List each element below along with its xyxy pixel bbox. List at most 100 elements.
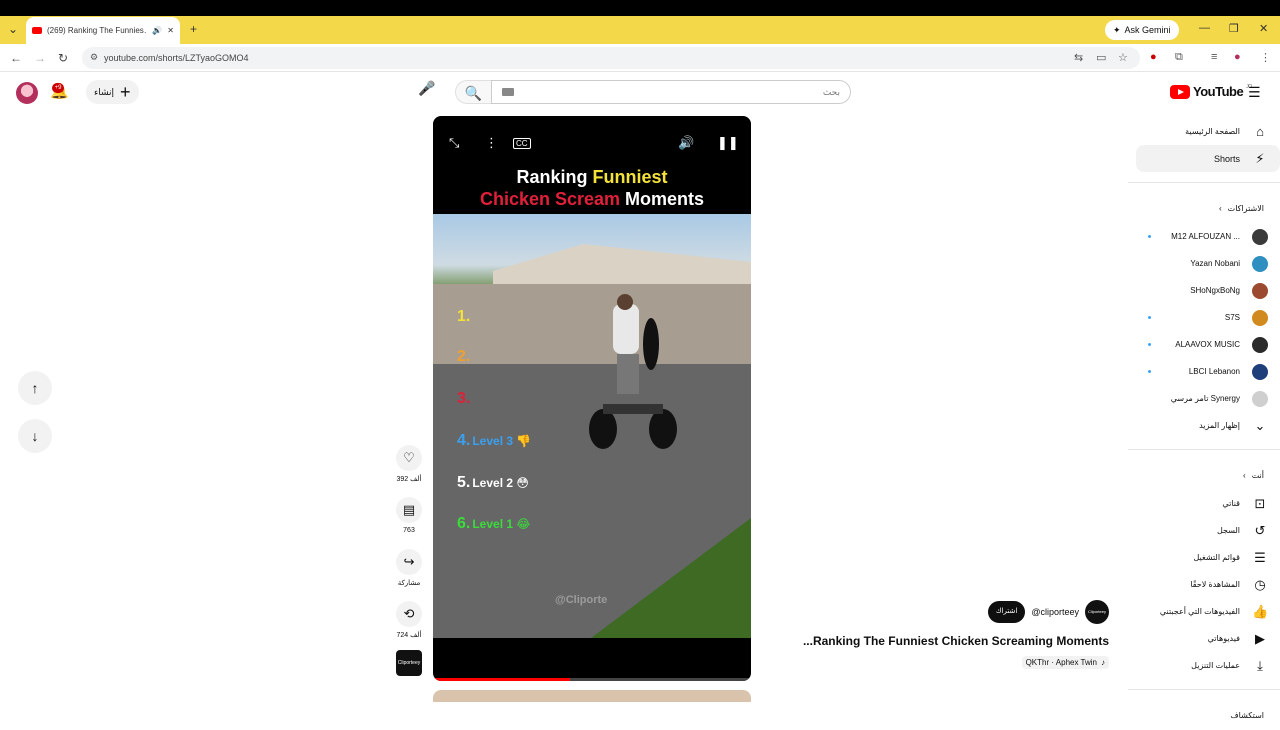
- sidebar-channel-label: ALAAVOX MUSIC: [1175, 340, 1240, 349]
- channel-thumbnail[interactable]: Cliporteey: [396, 650, 422, 676]
- sidebar-item-playlists[interactable]: قوائم التشغيل ☰: [1128, 544, 1280, 571]
- sidebar-channel-item[interactable]: LBCI Lebanon: [1128, 358, 1280, 385]
- browser-tab[interactable]: (269) Ranking The Funnies… 🔊 ✕: [26, 17, 180, 44]
- song-chip[interactable]: QKThr · Aphex Twin ♪: [1021, 656, 1109, 669]
- sidebar-channel-item[interactable]: Yazan Nobani: [1128, 250, 1280, 277]
- tab-close-icon[interactable]: ✕: [167, 26, 174, 35]
- new-content-dot: [1148, 343, 1151, 346]
- sidebar-item-shorts[interactable]: Shorts ⚡: [1136, 145, 1280, 172]
- fullscreen-icon[interactable]: ⤡: [449, 135, 459, 151]
- tab-list-icon[interactable]: ⌄: [8, 22, 18, 36]
- subscriptions-heading[interactable]: ‹ الاشتراكات: [1128, 193, 1280, 223]
- ranking-entry: 6. Level 1 😂: [457, 515, 530, 533]
- shorts-player[interactable]: ⤡ ⋮ CC 🔊 ❚❚ Ranking Funniest Chicken Scr…: [433, 116, 751, 681]
- site-info-icon[interactable]: ⚙: [90, 52, 98, 63]
- next-short-preview[interactable]: [433, 690, 751, 702]
- sidebar-channel-item[interactable]: M12 ALFOUZAN ...: [1128, 223, 1280, 250]
- previous-short-button[interactable]: ↑: [18, 371, 52, 405]
- new-content-dot: [1148, 235, 1151, 238]
- search-input[interactable]: بحث: [491, 80, 851, 104]
- back-icon[interactable]: ←: [10, 51, 22, 65]
- sidebar-item-downloads[interactable]: عمليات التنزيل ⤓: [1128, 652, 1280, 679]
- speaker-icon[interactable]: 🔊: [152, 26, 162, 35]
- like-heart-icon[interactable]: ♡: [396, 445, 422, 471]
- sidebar-channel-item[interactable]: تامر مرسي Synergy: [1128, 385, 1280, 412]
- sidebar-item-history[interactable]: السجل ↺: [1128, 517, 1280, 544]
- remix-action[interactable]: ⟲ 724 ألف: [396, 601, 422, 639]
- create-button[interactable]: إنشاء +: [86, 80, 139, 104]
- share-icon[interactable]: ↪: [396, 549, 422, 575]
- media-controls-icon[interactable]: ≡: [1211, 51, 1217, 63]
- volume-icon[interactable]: 🔊: [678, 135, 694, 151]
- arrow-up-icon: ↑: [31, 380, 39, 396]
- account-avatar[interactable]: [16, 82, 38, 104]
- remix-icon[interactable]: ⟲: [396, 601, 422, 627]
- extension-badge-icon[interactable]: ●: [1150, 51, 1157, 63]
- sidebar-channel-item[interactable]: S7S: [1128, 304, 1280, 331]
- overlay-title-part: Funniest: [592, 167, 668, 187]
- channel-avatar[interactable]: Cliporteey: [1085, 600, 1109, 624]
- more-options-icon[interactable]: ⋮: [485, 135, 498, 151]
- download-icon: ⤓: [1257, 657, 1263, 673]
- playback-progress-bar[interactable]: [433, 678, 751, 681]
- short-title[interactable]: ...Ranking The Funniest Chicken Screamin…: [803, 634, 1109, 648]
- new-content-dot: [1148, 370, 1151, 373]
- sidebar-item-watch-later[interactable]: المشاهدة لاحقًا ◷: [1128, 571, 1280, 598]
- sidebar-item-label: الصفحة الرئيسية: [1185, 127, 1240, 136]
- sidebar-item-your-channel[interactable]: قناتي ⊡: [1128, 490, 1280, 517]
- overlay-title-part: Ranking: [516, 167, 593, 187]
- reload-icon[interactable]: ↻: [58, 51, 68, 65]
- comment-icon[interactable]: ▤: [396, 497, 422, 523]
- forward-icon[interactable]: →: [34, 51, 46, 65]
- show-more-button[interactable]: إظهار المزيد ⌄: [1128, 412, 1280, 439]
- voice-search-mic-icon[interactable]: 🎤: [418, 80, 440, 104]
- ask-gemini-button[interactable]: ✦ Ask Gemini: [1105, 20, 1179, 40]
- share-action[interactable]: ↪ مشاركة: [396, 549, 422, 587]
- omnibox[interactable]: ⚙ youtube.com/shorts/LZTyaoGOMO4: [82, 47, 1140, 69]
- like-action[interactable]: ♡ 392 ألف: [396, 445, 422, 483]
- guide-menu-icon[interactable]: ☰: [1248, 84, 1261, 101]
- captions-cc-icon[interactable]: CC: [513, 138, 531, 149]
- restore-icon[interactable]: ❐: [1229, 22, 1239, 35]
- song-label: QKThr · Aphex Twin: [1025, 658, 1097, 667]
- youtube-logo[interactable]: YouTube JO: [1170, 84, 1252, 99]
- window-close-icon[interactable]: ✕: [1259, 22, 1268, 35]
- sidebar-item-label: قوائم التشغيل: [1193, 553, 1241, 562]
- comments-action[interactable]: ▤ 763: [396, 497, 422, 534]
- shorts-icon: ⚡: [1255, 150, 1265, 166]
- subscribe-button[interactable]: اشتراك: [987, 601, 1026, 623]
- ranking-entry: 1.: [457, 308, 472, 326]
- sidebar-channel-item[interactable]: SHoNgxBoNg: [1128, 277, 1280, 304]
- sidebar-item-label: Shorts: [1213, 153, 1240, 164]
- ranking-entry: 2.: [457, 348, 472, 366]
- translate-icon[interactable]: ⇆: [1074, 51, 1083, 64]
- playlists-icon: ☰: [1254, 549, 1266, 565]
- browser-menu-icon[interactable]: ⋮: [1260, 51, 1271, 64]
- ranking-entry: 4. Level 3 👎: [457, 432, 531, 450]
- search-button[interactable]: 🔍: [455, 80, 491, 104]
- your-videos-icon: ▶: [1255, 630, 1265, 646]
- minimize-icon[interactable]: —: [1199, 22, 1210, 34]
- sidebar-item-home[interactable]: الصفحة الرئيسية ⌂: [1128, 118, 1280, 145]
- you-heading[interactable]: ‹ أنت: [1128, 460, 1280, 490]
- sidebar-item-liked-videos[interactable]: الفيديوهات التي أعجبتني 👍: [1128, 598, 1280, 625]
- keyboard-icon[interactable]: [502, 88, 514, 96]
- cast-icon[interactable]: ▭: [1096, 51, 1106, 64]
- channel-handle[interactable]: @cliporteey: [1031, 607, 1079, 617]
- video-overlay-title: Ranking Funniest Chicken Scream Moments: [433, 166, 751, 210]
- extensions-puzzle-icon[interactable]: ⧉: [1175, 51, 1183, 64]
- subscriptions-heading-label: الاشتراكات: [1227, 203, 1264, 213]
- account-box-icon: ⊡: [1254, 495, 1266, 511]
- rank-number: 4.: [457, 432, 471, 449]
- explore-heading-label: استكشاف: [1230, 710, 1264, 720]
- tab-title: (269) Ranking The Funnies…: [47, 26, 148, 35]
- bookmark-star-icon[interactable]: ☆: [1118, 51, 1128, 64]
- next-short-button[interactable]: ↓: [18, 419, 52, 453]
- pause-icon[interactable]: ❚❚: [717, 135, 739, 151]
- sidebar-item-your-videos[interactable]: فيديوهاتي ▶: [1128, 625, 1280, 652]
- thumbs-up-icon: 👍: [1252, 603, 1269, 619]
- new-tab-button[interactable]: +: [190, 22, 197, 36]
- sidebar-channel-item[interactable]: ALAAVOX MUSIC: [1128, 331, 1280, 358]
- channel-avatar-icon: [1252, 309, 1268, 326]
- profile-avatar-icon[interactable]: ●: [1234, 51, 1241, 63]
